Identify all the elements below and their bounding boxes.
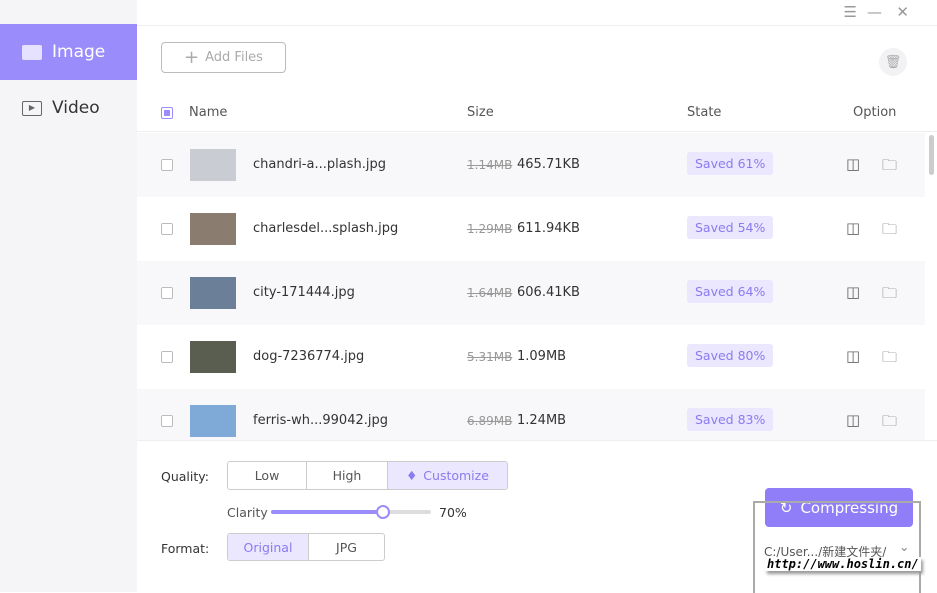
file-name: ferris-wh...99042.jpg: [253, 413, 388, 428]
format-jpg[interactable]: JPG: [309, 534, 384, 560]
sidebar-item-video[interactable]: ▶ Video: [0, 80, 137, 136]
compressed-size: 606.41KB: [517, 285, 580, 300]
quality-high[interactable]: High: [307, 462, 388, 489]
thumbnail: [190, 213, 236, 245]
sidebar-item-label: Video: [52, 98, 100, 118]
file-name: city-171444.jpg: [253, 285, 355, 300]
status-badge: Saved 54%: [687, 216, 774, 239]
format-selector: Original JPG: [227, 533, 385, 561]
image-icon: [22, 44, 42, 60]
folder-icon[interactable]: 🗀: [882, 219, 897, 244]
row-checkbox[interactable]: [161, 223, 173, 235]
quality-customize[interactable]: ♦ Customize: [388, 462, 507, 489]
table-row: dog-7236774.jpg 5.31MB 1.09MB Saved 80% …: [137, 325, 925, 389]
thumbnail: [190, 341, 236, 373]
table-row: chandri-a...plash.jpg 1.14MB 465.71KB Sa…: [137, 133, 925, 197]
chevron-down-icon[interactable]: ⌄: [899, 539, 909, 554]
header-name: Name: [189, 105, 228, 120]
file-name: dog-7236774.jpg: [253, 349, 365, 364]
output-path[interactable]: C:/User.../新建文件夹/: [764, 543, 886, 560]
title-bar: ☰ — ✕: [137, 0, 937, 26]
status-badge: Saved 61%: [687, 152, 774, 175]
status-badge: Saved 83%: [687, 408, 774, 431]
settings-panel: Quality: Low High ♦ Customize Clarity 70%…: [137, 440, 937, 593]
quality-label: Quality:: [161, 469, 209, 484]
clarity-slider[interactable]: [271, 505, 431, 519]
table-header: Name Size State Option: [137, 96, 937, 132]
menu-icon[interactable]: ☰: [844, 3, 857, 21]
sidebar: Image ▶ Video: [0, 0, 137, 592]
compressed-size: 611.94KB: [517, 221, 580, 236]
folder-icon[interactable]: 🗀: [882, 411, 897, 436]
compress-label: Compressing: [800, 498, 899, 517]
original-size: 1.29MB: [467, 222, 513, 236]
original-size: 1.14MB: [467, 158, 513, 172]
select-all-checkbox[interactable]: [161, 107, 173, 119]
compare-icon[interactable]: ◫: [846, 283, 860, 301]
thumbnail: [190, 277, 236, 309]
header-option: Option: [853, 105, 897, 120]
add-files-button[interactable]: + Add Files: [161, 42, 286, 73]
header-state: State: [687, 105, 722, 120]
compare-icon[interactable]: ◫: [846, 219, 860, 237]
compressed-size: 1.24MB: [517, 413, 567, 428]
original-size: 1.64MB: [467, 286, 513, 300]
thumbnail: [190, 149, 236, 181]
compressed-size: 465.71KB: [517, 157, 580, 172]
row-checkbox[interactable]: [161, 287, 173, 299]
table-row: city-171444.jpg 1.64MB 606.41KB Saved 64…: [137, 261, 925, 325]
minimize-icon[interactable]: —: [867, 3, 882, 21]
compress-button[interactable]: ↻ Compressing: [765, 488, 913, 527]
customize-label: Customize: [423, 468, 489, 483]
file-name: chandri-a...plash.jpg: [253, 157, 386, 172]
clarity-value: 70%: [439, 505, 467, 520]
original-size: 6.89MB: [467, 414, 513, 428]
row-checkbox[interactable]: [161, 159, 173, 171]
format-label: Format:: [161, 541, 210, 556]
compare-icon[interactable]: ◫: [846, 411, 860, 429]
format-original[interactable]: Original: [228, 534, 309, 560]
row-checkbox[interactable]: [161, 415, 173, 427]
video-icon: ▶: [22, 100, 42, 116]
spinner-icon: ↻: [779, 498, 793, 517]
delete-all-button[interactable]: 🗑: [879, 48, 907, 76]
plus-icon: +: [184, 47, 200, 68]
quality-low[interactable]: Low: [228, 462, 307, 489]
quality-selector: Low High ♦ Customize: [227, 461, 508, 490]
close-icon[interactable]: ✕: [896, 3, 909, 21]
slider-handle[interactable]: [376, 505, 390, 519]
scrollbar[interactable]: [929, 135, 934, 175]
thumbnail: [190, 405, 236, 437]
file-name: charlesdel...splash.jpg: [253, 221, 399, 236]
compare-icon[interactable]: ◫: [846, 155, 860, 173]
status-badge: Saved 64%: [687, 280, 774, 303]
diamond-icon: ♦: [406, 468, 418, 483]
folder-icon[interactable]: 🗀: [882, 283, 897, 308]
folder-icon[interactable]: 🗀: [882, 155, 897, 180]
row-checkbox[interactable]: [161, 351, 173, 363]
add-files-label: Add Files: [205, 50, 263, 65]
header-size: Size: [467, 105, 494, 120]
sidebar-item-label: Image: [52, 42, 106, 62]
original-size: 5.31MB: [467, 350, 513, 364]
compare-icon[interactable]: ◫: [846, 347, 860, 365]
clarity-label: Clarity: [227, 505, 268, 520]
folder-icon[interactable]: 🗀: [882, 347, 897, 372]
compressed-size: 1.09MB: [517, 349, 567, 364]
trash-icon: 🗑: [884, 54, 902, 70]
status-badge: Saved 80%: [687, 344, 774, 367]
sidebar-item-image[interactable]: Image: [0, 24, 137, 80]
table-row: charlesdel...splash.jpg 1.29MB 611.94KB …: [137, 197, 925, 261]
